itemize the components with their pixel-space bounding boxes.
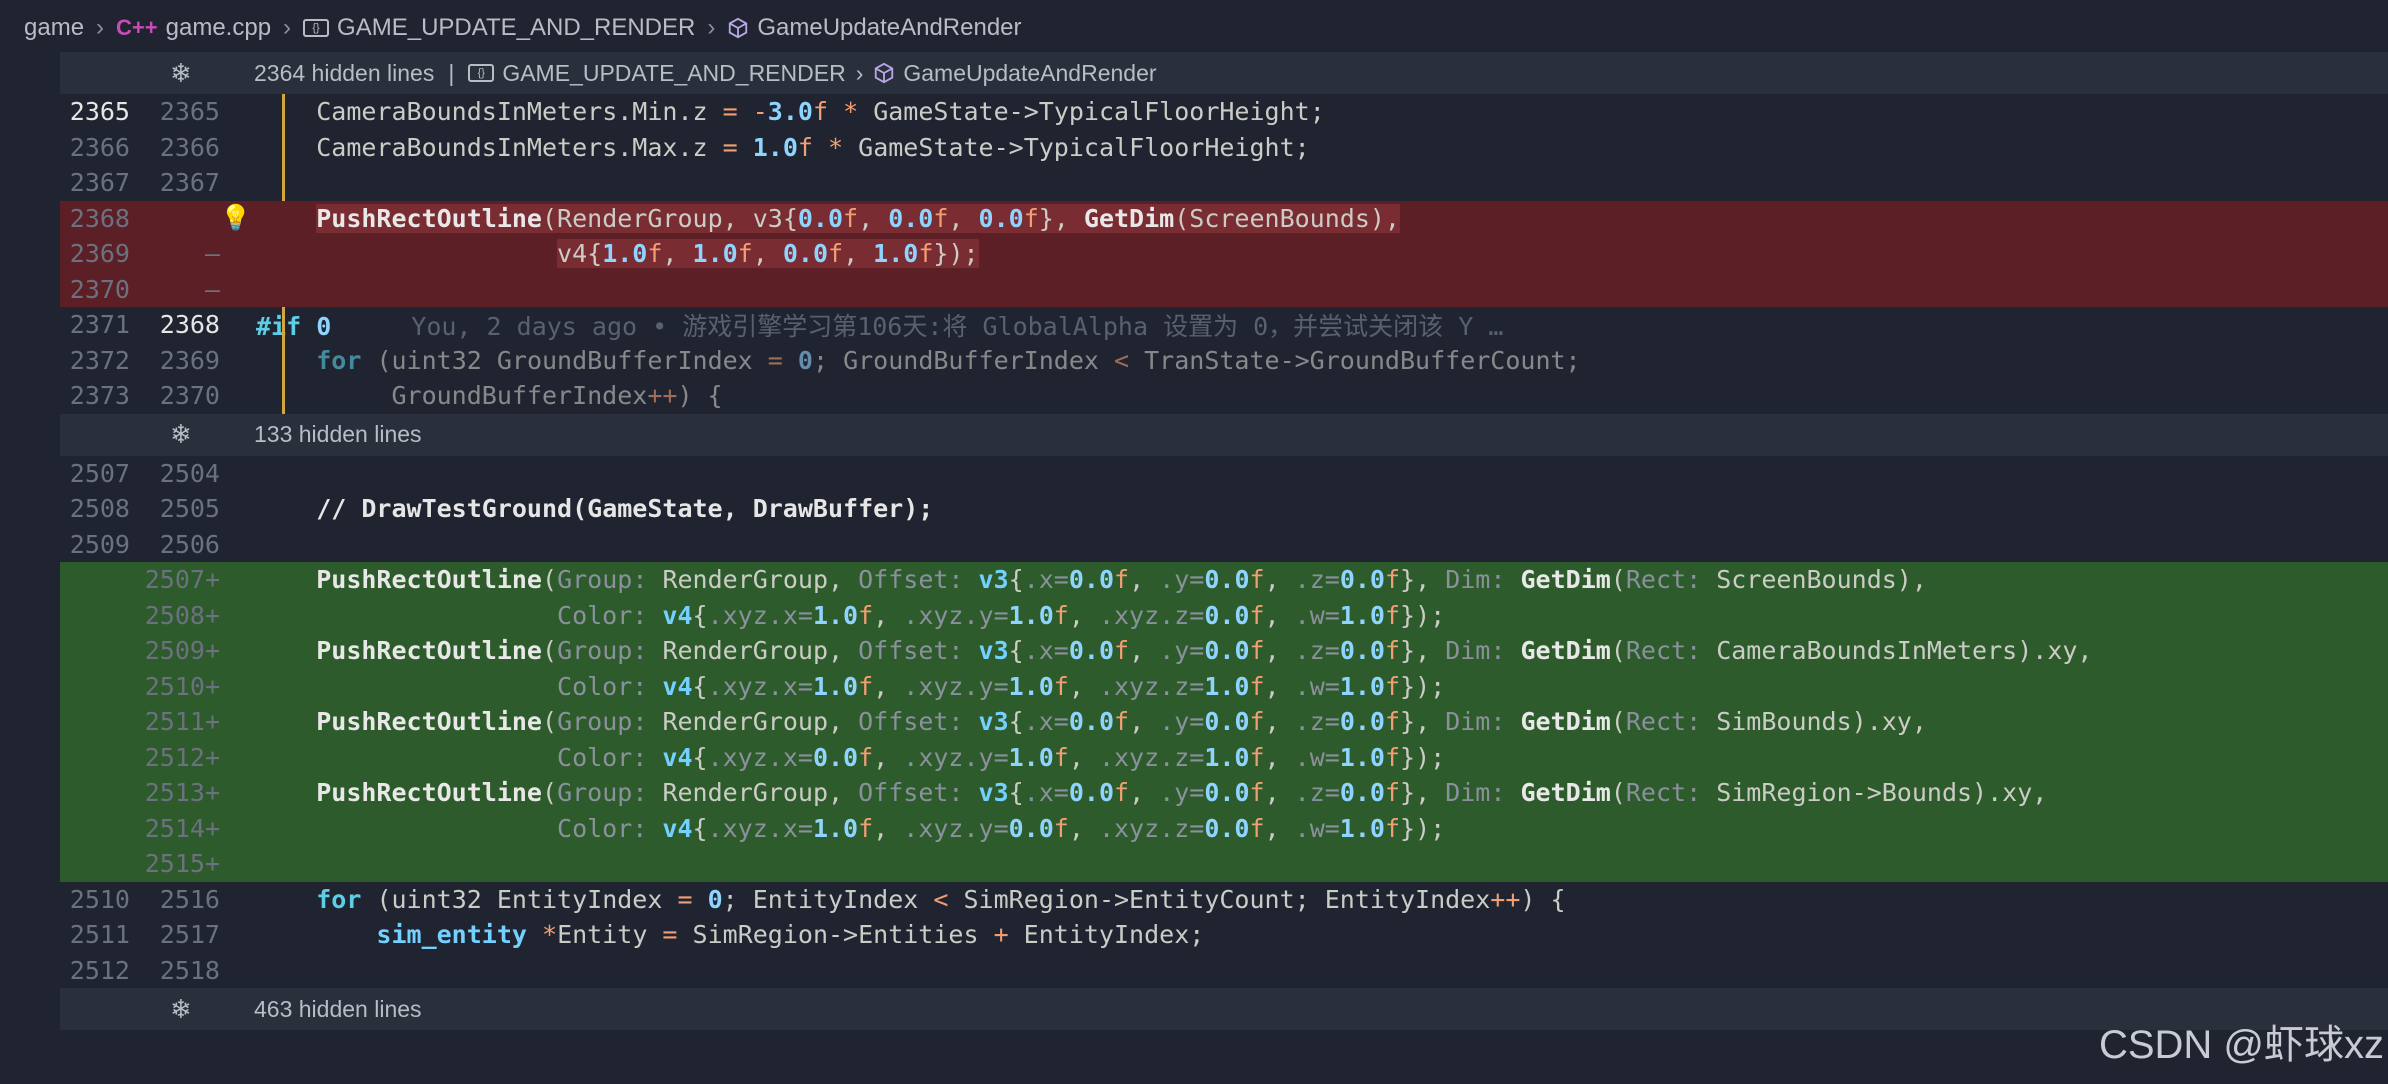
fold-hidden-lines-3[interactable]: ❄ 463 hidden lines	[60, 988, 2388, 1030]
chevron-right-icon: ›	[707, 14, 716, 41]
line-number-modified: 2516	[159, 884, 220, 914]
added-line[interactable]: 2515+	[60, 846, 2388, 882]
line-number-original: 2511	[69, 920, 130, 950]
line-number-modified: 2504	[159, 458, 220, 488]
added-line[interactable]: 2514+ Color: v4{.xyz.x=1.0f, .xyz.y=0.0f…	[60, 810, 2388, 846]
divider: |	[448, 59, 455, 86]
line-number-modified: 2509+	[144, 636, 220, 666]
breadcrumb: game › C++ game.cpp › {} GAME_UPDATE_AND…	[0, 0, 2388, 56]
line-number-modified: 2367	[159, 168, 220, 198]
code-line[interactable]: 2367 2367	[60, 165, 2388, 201]
line-number-modified: 2518	[159, 955, 220, 985]
line-number-modified: 2513+	[144, 778, 220, 808]
line-number-modified: 2369	[159, 345, 220, 375]
breadcrumb-macro[interactable]: GAME_UPDATE_AND_RENDER	[337, 14, 695, 42]
code-line[interactable]: 2508 2505 // DrawTestGround(GameState, D…	[60, 491, 2388, 527]
line-number-modified: 2366	[159, 132, 220, 162]
removed-line[interactable]: 2369 — v4{1.0f, 1.0f, 0.0f, 1.0f});	[60, 236, 2388, 272]
line-number-modified: —	[204, 274, 220, 304]
git-blame-annotation: You, 2 days ago • 游戏引擎学习第106天:将 GlobalAl…	[411, 311, 1504, 341]
line-number-original: 2366	[69, 132, 130, 162]
line-number-modified: 2370	[159, 381, 220, 411]
diff-editor[interactable]: ❄ 2364 hidden lines | {} GAME_UPDATE_AND…	[60, 52, 2388, 1084]
code-line[interactable]: 2507 2504	[60, 456, 2388, 492]
line-number-original: 2373	[69, 381, 130, 411]
line-number-modified: 2510+	[144, 671, 220, 701]
namespace-icon: {}	[468, 64, 495, 82]
added-line[interactable]: 2509+ PushRectOutline(Group: RenderGroup…	[60, 633, 2388, 669]
line-number-original: 2368	[69, 203, 130, 233]
added-line[interactable]: 2513+ PushRectOutline(Group: RenderGroup…	[60, 775, 2388, 811]
fold-label: 133 hidden lines	[254, 421, 422, 447]
line-number-modified: 2368	[159, 310, 220, 340]
code-line[interactable]: 2365 2365 CameraBoundsInMeters.Min.z = -…	[60, 94, 2388, 130]
added-line[interactable]: 2511+ PushRectOutline(Group: RenderGroup…	[60, 704, 2388, 740]
line-number-original: 2370	[69, 274, 130, 304]
added-line[interactable]: 2507+ PushRectOutline(Group: RenderGroup…	[60, 562, 2388, 598]
code-line[interactable]: 2371 2368 #if 0 You, 2 days ago • 游戏引擎学习第…	[60, 307, 2388, 343]
code-line[interactable]: 2372 2369 for (uint32 GroundBufferIndex …	[60, 342, 2388, 378]
chevron-right-icon: ›	[855, 59, 864, 86]
fold-scope-macro: GAME_UPDATE_AND_RENDER	[502, 59, 846, 86]
line-number-modified: 2515+	[144, 849, 220, 879]
code-line[interactable]: 2511 2517 sim_entity *Entity = SimRegion…	[60, 917, 2388, 953]
fold-label: 2364 hidden lines	[254, 59, 435, 86]
watermark: CSDN @虾球xz	[2098, 1023, 2384, 1067]
breadcrumb-function[interactable]: GameUpdateAndRender	[757, 14, 1021, 42]
chevron-right-icon: ›	[283, 14, 292, 41]
code-line[interactable]: 2366 2366 CameraBoundsInMeters.Max.z = 1…	[60, 129, 2388, 165]
code-line[interactable]: 2512 2518	[60, 953, 2388, 989]
unfold-icon[interactable]: ❄	[170, 58, 236, 89]
line-number-modified: 2365	[159, 97, 220, 127]
line-number-modified: 2514+	[144, 813, 220, 843]
code-comment: // DrawTestGround(GameState, DrawBuffer)…	[316, 494, 934, 524]
unfold-icon[interactable]: ❄	[170, 994, 236, 1025]
added-line[interactable]: 2508+ Color: v4{.xyz.x=1.0f, .xyz.y=1.0f…	[60, 597, 2388, 633]
line-number-modified: 2505	[159, 494, 220, 524]
fold-hidden-lines-2[interactable]: ❄ 133 hidden lines	[60, 413, 2388, 456]
line-number-original: 2365	[69, 97, 130, 127]
line-number-modified: 2511+	[144, 707, 220, 737]
fold-label: 463 hidden lines	[254, 995, 422, 1022]
added-line[interactable]: 2512+ Color: v4{.xyz.x=0.0f, .xyz.y=1.0f…	[60, 739, 2388, 775]
code-line[interactable]: 2373 2370 GroundBufferIndex++) {	[60, 378, 2388, 414]
fold-scope-function: GameUpdateAndRender	[903, 59, 1157, 86]
breadcrumb-game[interactable]: game	[24, 14, 84, 42]
line-number-modified: 2506	[159, 529, 220, 559]
line-number-original: 2512	[69, 955, 130, 985]
line-number-modified: 2512+	[144, 742, 220, 772]
removed-line[interactable]: 2368 💡 PushRectOutline(RenderGroup, v3{0…	[60, 200, 2388, 236]
line-number-modified: 2508+	[144, 600, 220, 630]
cube-icon	[873, 62, 895, 84]
line-number-modified: 2507+	[144, 565, 220, 595]
line-number-original: 2510	[69, 884, 130, 914]
removed-line[interactable]: 2370 —	[60, 271, 2388, 307]
breadcrumb-file[interactable]: game.cpp	[166, 14, 271, 42]
lightbulb-icon[interactable]: 💡	[220, 203, 252, 233]
line-number-original: 2369	[69, 239, 130, 269]
cpp-file-icon: C++	[116, 15, 158, 40]
cube-icon	[727, 17, 749, 39]
line-number-original: 2508	[69, 494, 130, 524]
line-number-original: 2371	[69, 310, 130, 340]
unfold-icon[interactable]: ❄	[170, 419, 236, 450]
line-number-original: 2367	[69, 168, 130, 198]
code-line[interactable]: 2510 2516 for (uint32 EntityIndex = 0; E…	[60, 882, 2388, 918]
line-number-modified: 2517	[159, 920, 220, 950]
line-number-modified: —	[204, 239, 220, 269]
fold-hidden-lines-1[interactable]: ❄ 2364 hidden lines | {} GAME_UPDATE_AND…	[60, 52, 2388, 94]
code-line[interactable]: 2509 2506	[60, 527, 2388, 563]
line-number-original: 2507	[69, 458, 130, 488]
namespace-icon: {}	[303, 19, 330, 37]
line-number-original: 2509	[69, 529, 130, 559]
line-number-original: 2372	[69, 345, 130, 375]
chevron-right-icon: ›	[96, 14, 105, 41]
added-line[interactable]: 2510+ Color: v4{.xyz.x=1.0f, .xyz.y=1.0f…	[60, 668, 2388, 704]
